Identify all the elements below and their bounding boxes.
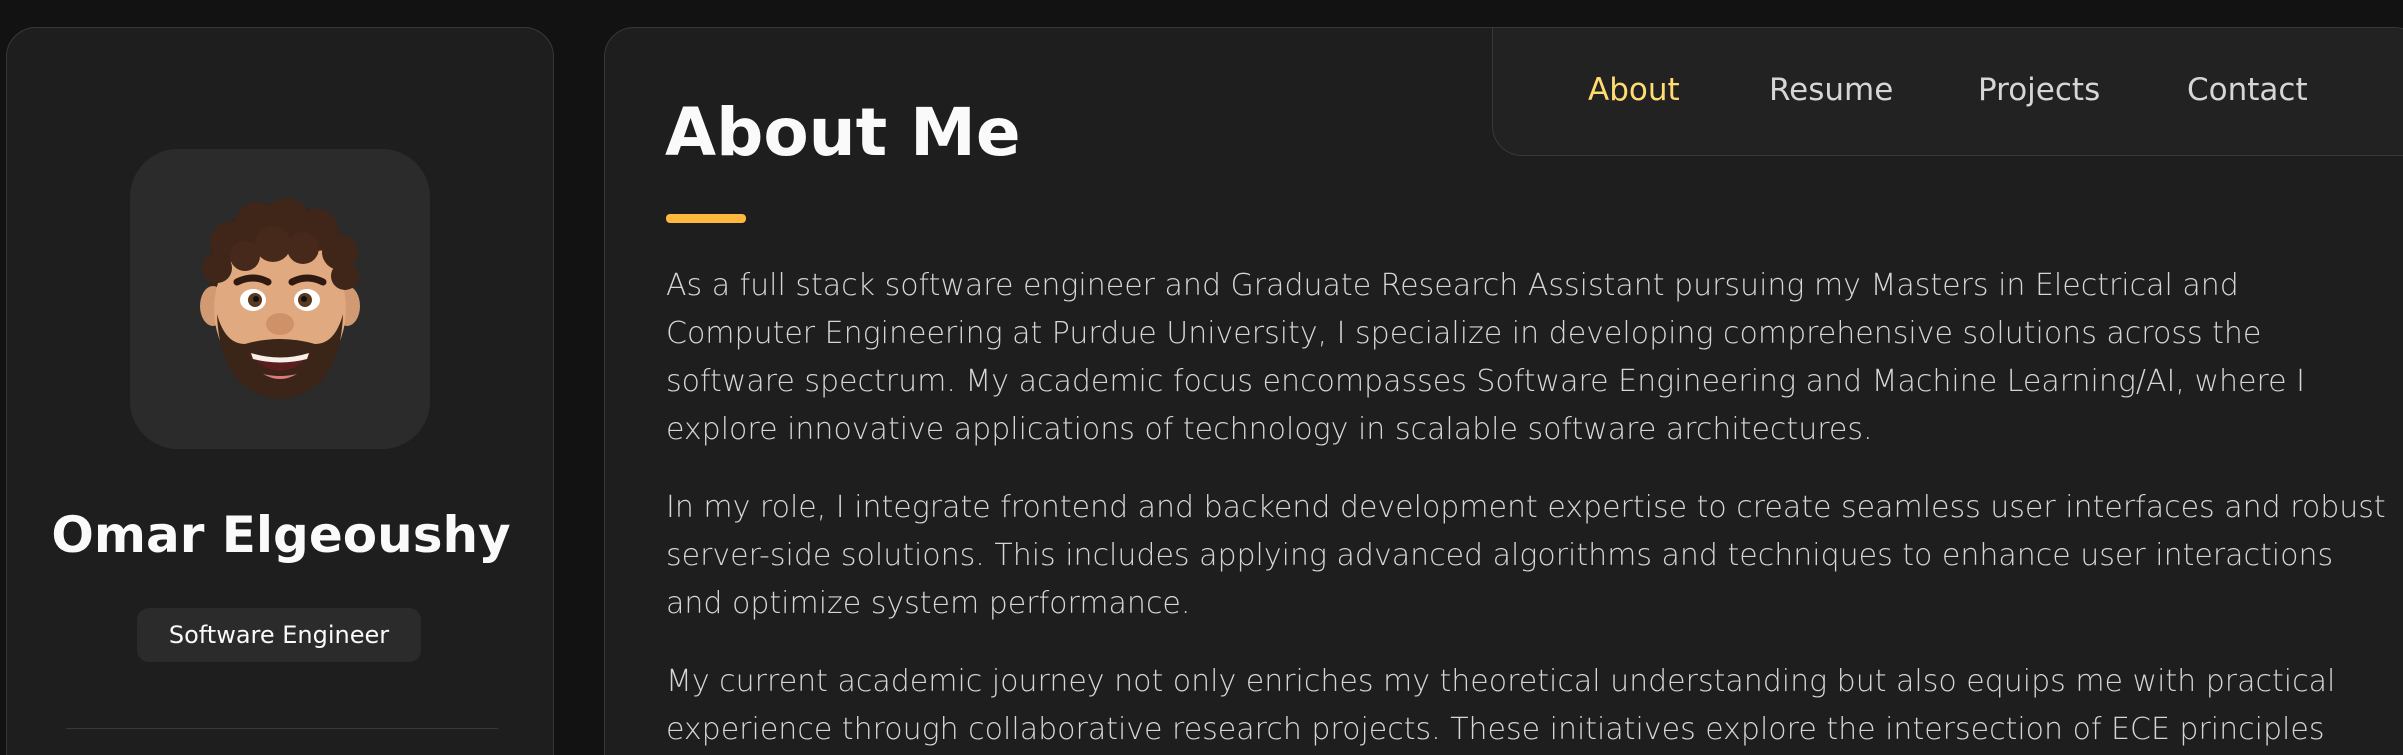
sidebar-divider [66,728,498,729]
memoji-avatar-icon [200,198,360,399]
top-navbar: About Resume Projects Contact [1492,28,2403,156]
about-paragraph: As a full stack software engineer and Gr… [666,268,2305,447]
nav-projects[interactable]: Projects [1978,72,2100,108]
page-title: About Me [665,94,1021,171]
about-paragraph: My current academic journey not only enr… [666,664,2336,747]
nav-resume[interactable]: Resume [1769,72,1893,108]
about-paragraph: In my role, I integrate frontend and bac… [666,490,2386,621]
profile-sidebar: Omar Elgeoushy Software Engineer [6,27,554,755]
avatar [130,149,430,449]
main-content: About Resume Projects Contact About Me A… [604,27,2403,755]
about-text: As a full stack software engineer and Gr… [666,262,2391,755]
profile-name: Omar Elgeoushy [51,506,511,564]
nav-about[interactable]: About [1588,72,1680,108]
job-title-badge: Software Engineer [137,608,421,662]
nav-contact[interactable]: Contact [2187,72,2308,108]
title-underline [666,214,746,223]
